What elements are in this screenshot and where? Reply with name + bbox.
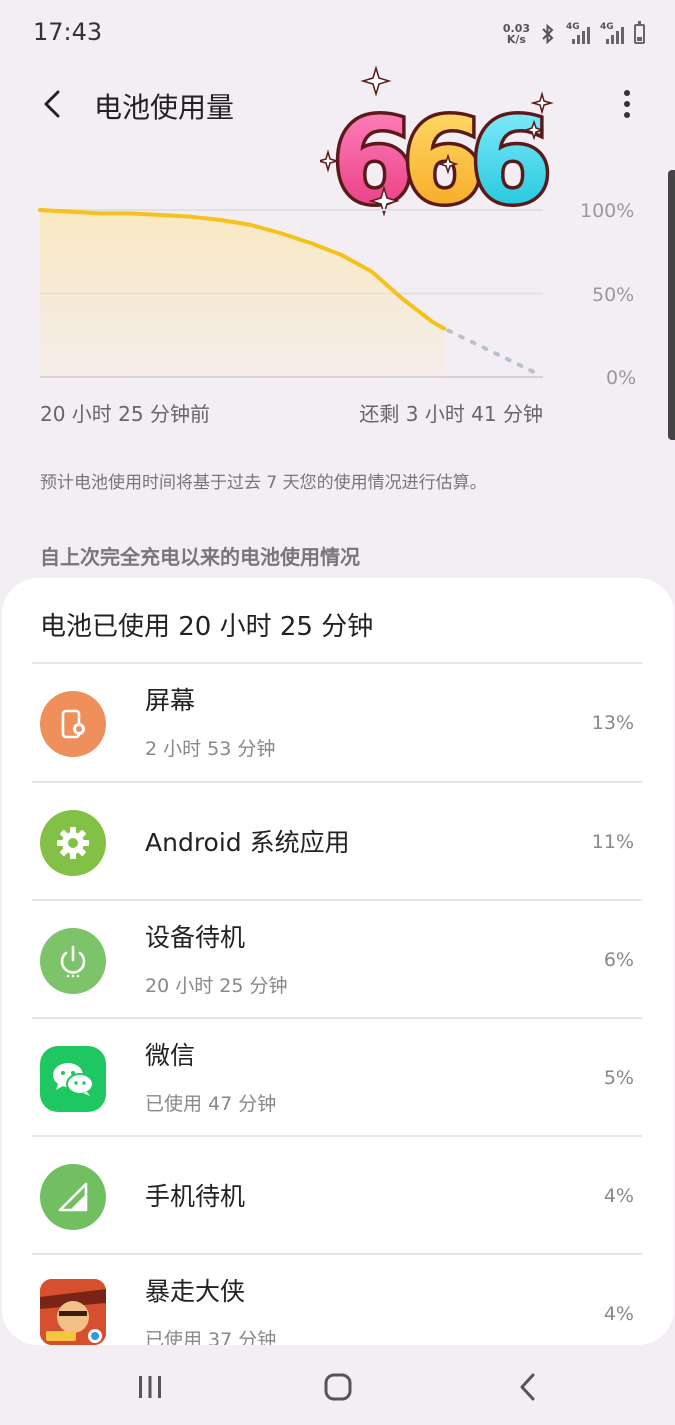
page-title: 电池使用量: [94, 91, 235, 124]
app-percent: 5%: [603, 1067, 634, 1089]
chart-start-label: 20 小时 25 分钟前: [40, 402, 210, 426]
back-button[interactable]: [34, 84, 74, 124]
app-usage-time: 2 小时 53 分钟: [145, 738, 276, 760]
section-header: 自上次完全充电以来的电池使用情况: [40, 545, 360, 569]
app-percent: 11%: [591, 831, 634, 853]
chevron-left-icon: [44, 90, 60, 118]
navigation-bar: [0, 1345, 675, 1425]
signal-4g-icon: 4G: [566, 22, 590, 44]
app-percent: 13%: [591, 712, 634, 734]
usage-row-phone-idle[interactable]: 手机待机 4%: [2, 1137, 674, 1253]
app-percent: 4%: [603, 1303, 634, 1325]
chart-end-label: 还剩 3 小时 41 分钟: [359, 402, 543, 426]
card-title: 电池已使用 20 小时 25 分钟: [40, 612, 374, 642]
more-options-button[interactable]: [615, 86, 639, 122]
status-icons: 0.03 K/s 4G 4G: [503, 20, 645, 48]
usage-row-screen[interactable]: 屏幕 2 小时 53 分钟 13%: [2, 664, 674, 780]
app-name: 设备待机: [145, 923, 246, 952]
app-name: Android 系统应用: [145, 828, 350, 857]
battery-icon: [634, 21, 645, 44]
network-type-label: 4G: [600, 22, 614, 32]
battery-chart: 100% 50% 0% 20 小时 25 分钟前 还剩 3 小时 41 分钟: [0, 190, 675, 430]
back-icon: [520, 1373, 535, 1401]
usage-card: 电池已使用 20 小时 25 分钟 屏幕 2 小时 53 分钟 13% Andr…: [2, 578, 674, 1345]
y-tick-label: 50%: [592, 284, 635, 306]
recents-button[interactable]: [120, 1367, 180, 1407]
signal-4g-icon: 4G: [600, 22, 624, 44]
status-bar: 17:43 0.03 K/s 4G 4G: [0, 0, 675, 66]
app-name: 暴走大侠: [145, 1277, 246, 1306]
app-usage-time: 20 小时 25 分钟: [145, 975, 288, 997]
network-speed-unit: K/s: [506, 33, 526, 46]
usage-row-game[interactable]: 暴走大侠 已使用 37 分钟 4%: [2, 1255, 674, 1345]
app-name: 微信: [145, 1041, 196, 1070]
power-icon: [40, 928, 106, 994]
back-nav-button[interactable]: [498, 1367, 558, 1407]
usage-row-device-idle[interactable]: 设备待机 20 小时 25 分钟 6%: [2, 901, 674, 1017]
more-vertical-icon: [624, 90, 630, 96]
home-icon: [324, 1373, 352, 1401]
network-speed: 0.03 K/s: [503, 23, 530, 45]
wechat-icon: [40, 1046, 106, 1112]
battery-projection-line: [446, 328, 542, 377]
app-percent: 4%: [603, 1185, 634, 1207]
y-tick-label: 100%: [580, 200, 635, 222]
y-tick-label: 0%: [606, 367, 637, 389]
app-name: 手机待机: [145, 1182, 246, 1211]
usage-row-wechat[interactable]: 微信 已使用 47 分钟 5%: [2, 1019, 674, 1135]
game-app-icon: [40, 1279, 106, 1345]
status-time: 17:43: [33, 18, 103, 46]
gear-icon: [40, 810, 106, 876]
home-button[interactable]: [308, 1367, 368, 1407]
app-percent: 6%: [603, 949, 634, 971]
app-usage-time: 已使用 37 分钟: [145, 1329, 277, 1345]
app-usage-time: 已使用 47 分钟: [145, 1093, 277, 1115]
battery-usage-area: [40, 210, 445, 377]
app-name: 屏幕: [145, 686, 196, 715]
network-type-label: 4G: [566, 22, 580, 32]
bluetooth-icon: [542, 23, 554, 45]
estimate-note: 预计电池使用时间将基于过去 7 天您的使用情况进行估算。: [40, 473, 487, 493]
battery-chart-svg: [38, 208, 543, 378]
recents-icon: [139, 1376, 161, 1398]
screen-brightness-icon: [40, 691, 106, 757]
cell-signal-icon: [40, 1164, 106, 1230]
usage-row-android-system[interactable]: Android 系统应用 11%: [2, 783, 674, 899]
